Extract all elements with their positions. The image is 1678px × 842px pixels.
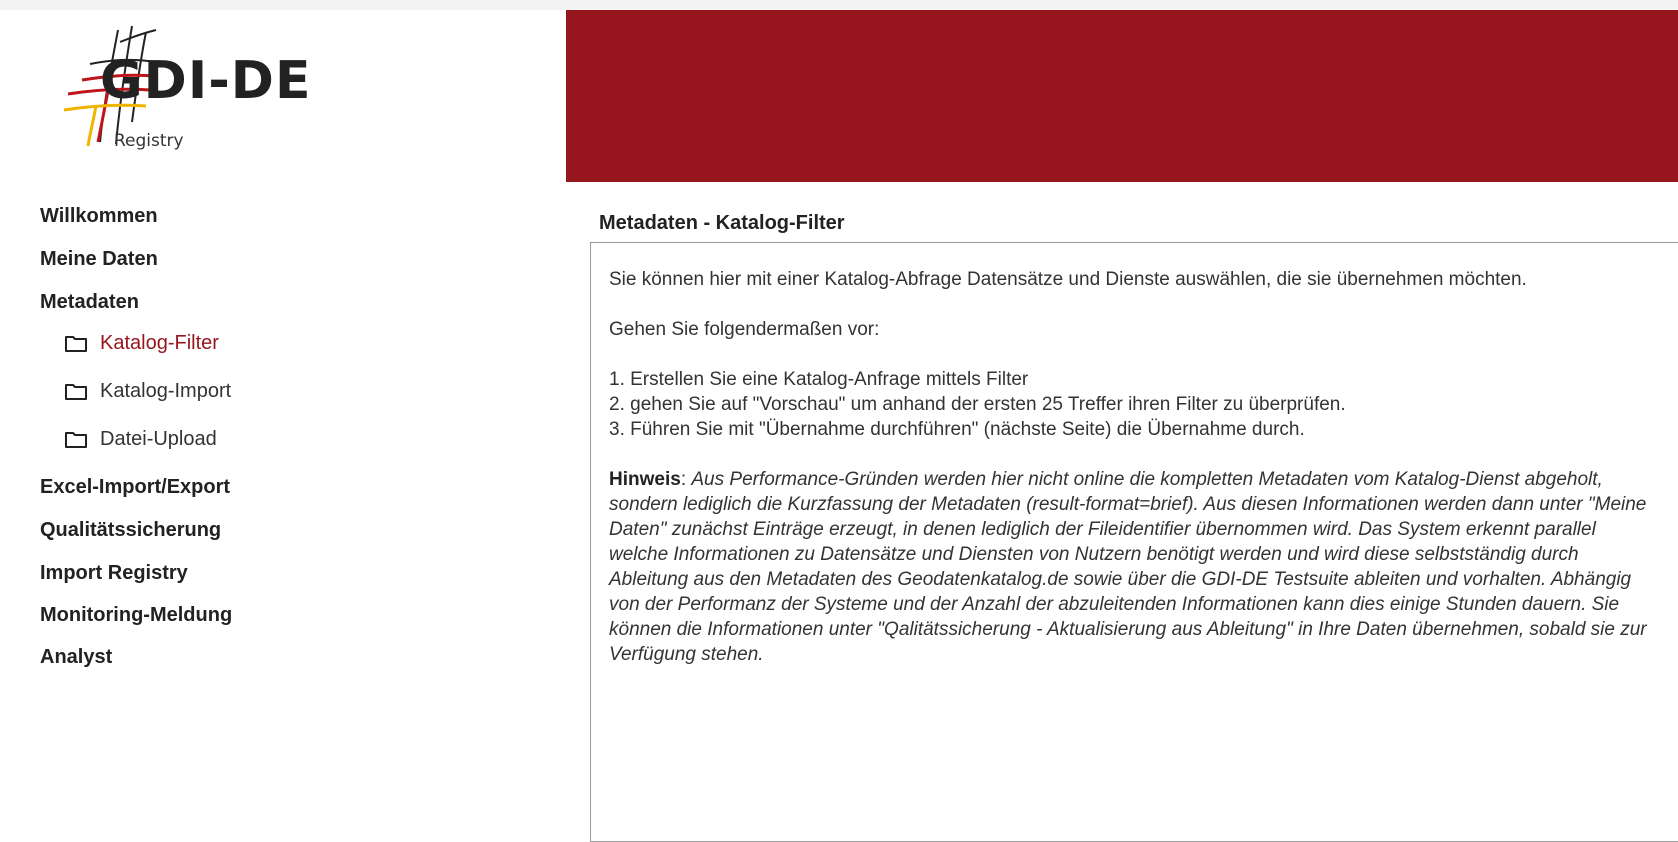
sidebar-subitem-label: Katalog-Filter (100, 332, 219, 354)
info-panel: Sie können hier mit einer Katalog-Abfrag… (590, 242, 1678, 842)
sidebar-item-meine-daten[interactable]: Meine Daten (40, 248, 158, 271)
top-strip (0, 0, 1678, 10)
sidebar-item-import-registry[interactable]: Import Registry (40, 562, 188, 585)
step-item: 3. Führen Sie mit "Übernahme durchführen… (609, 419, 1305, 440)
intro-text: Sie können hier mit einer Katalog-Abfrag… (609, 269, 1527, 290)
sidebar-item-qualitaetssicherung[interactable]: Qualitätssicherung (40, 519, 221, 542)
sidebar-item-monitoring-meldung[interactable]: Monitoring-Meldung (40, 604, 232, 627)
hint-text: Hinweis: Aus Performance-Gründen werden … (609, 469, 1647, 665)
hint-body: Aus Performance-Gründen werden hier nich… (609, 469, 1647, 665)
instructions-heading: Gehen Sie folgendermaßen vor: (609, 319, 880, 340)
logo-subtitle: Registry (114, 131, 184, 151)
sidebar-subitem-katalog-import[interactable]: Katalog-Import (64, 381, 231, 401)
folder-icon (65, 432, 87, 448)
sidebar-item-willkommen[interactable]: Willkommen (40, 205, 158, 228)
step-item: 2. gehen Sie auf "Vorschau" um anhand de… (609, 394, 1346, 415)
folder-icon (65, 336, 87, 352)
sidebar-item-metadaten[interactable]: Metadaten (40, 291, 139, 314)
folder-icon (65, 384, 87, 400)
sidebar-subitem-label: Datei-Upload (100, 428, 217, 450)
sidebar-subitem-datei-upload[interactable]: Datei-Upload (64, 429, 217, 449)
page-title: Metadaten - Katalog-Filter (599, 212, 845, 234)
logo-title: GDI-DE (100, 51, 312, 111)
sidebar-subitem-label: Katalog-Import (100, 380, 232, 402)
step-item: 1. Erstellen Sie eine Katalog-Anfrage mi… (609, 369, 1029, 390)
header-banner (566, 10, 1678, 182)
sidebar-item-excel-import-export[interactable]: Excel-Import/Export (40, 476, 230, 499)
sidebar-item-analyst[interactable]: Analyst (40, 646, 112, 669)
sidebar-subitem-katalog-filter[interactable]: Katalog-Filter (64, 333, 219, 353)
hint-label: Hinweis (609, 469, 681, 490)
